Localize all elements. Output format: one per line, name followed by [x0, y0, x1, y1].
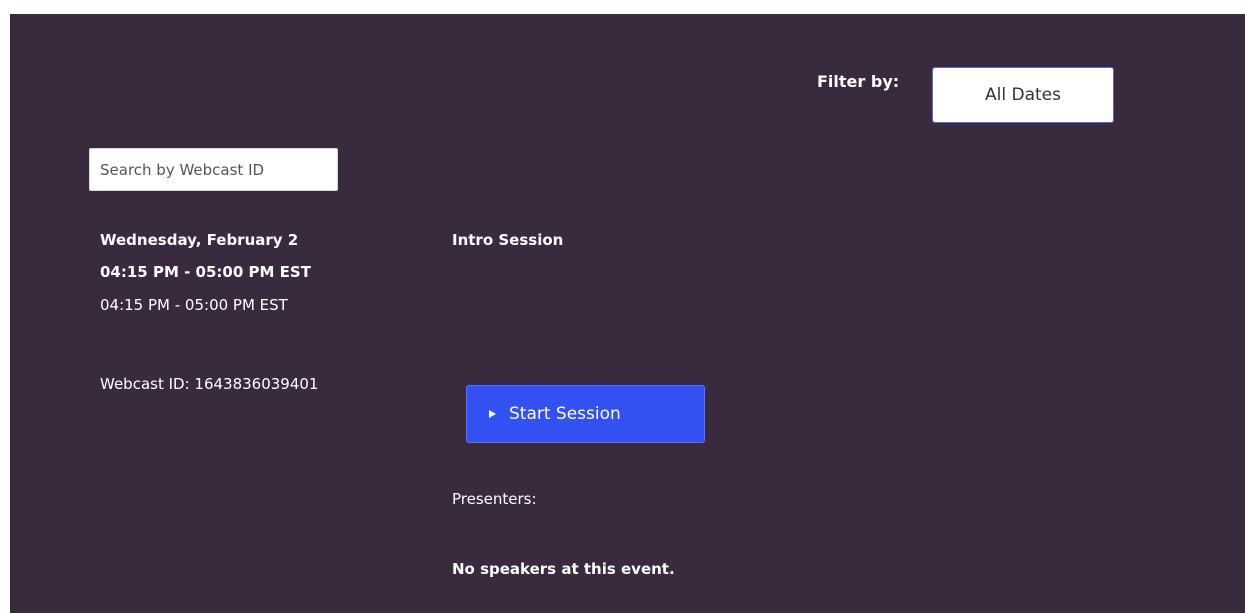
date-filter-select[interactable]: All Dates [932, 67, 1114, 123]
filter-label: Filter by: [817, 72, 900, 91]
start-session-button[interactable]: Start Session [466, 385, 705, 443]
session-date: Wednesday, February 2 [100, 231, 299, 249]
no-speakers-message: No speakers at this event. [452, 560, 675, 578]
presenters-label: Presenters: [452, 490, 537, 508]
webcast-id-search-input[interactable] [89, 148, 338, 191]
session-time-secondary: 04:15 PM - 05:00 PM EST [100, 296, 288, 314]
webcast-id: Webcast ID: 1643836039401 [100, 375, 319, 393]
session-time-primary: 04:15 PM - 05:00 PM EST [100, 263, 311, 281]
session-title: Intro Session [452, 231, 564, 249]
date-filter-value: All Dates [985, 85, 1061, 105]
start-session-label: Start Session [509, 404, 621, 424]
play-icon [489, 410, 496, 418]
